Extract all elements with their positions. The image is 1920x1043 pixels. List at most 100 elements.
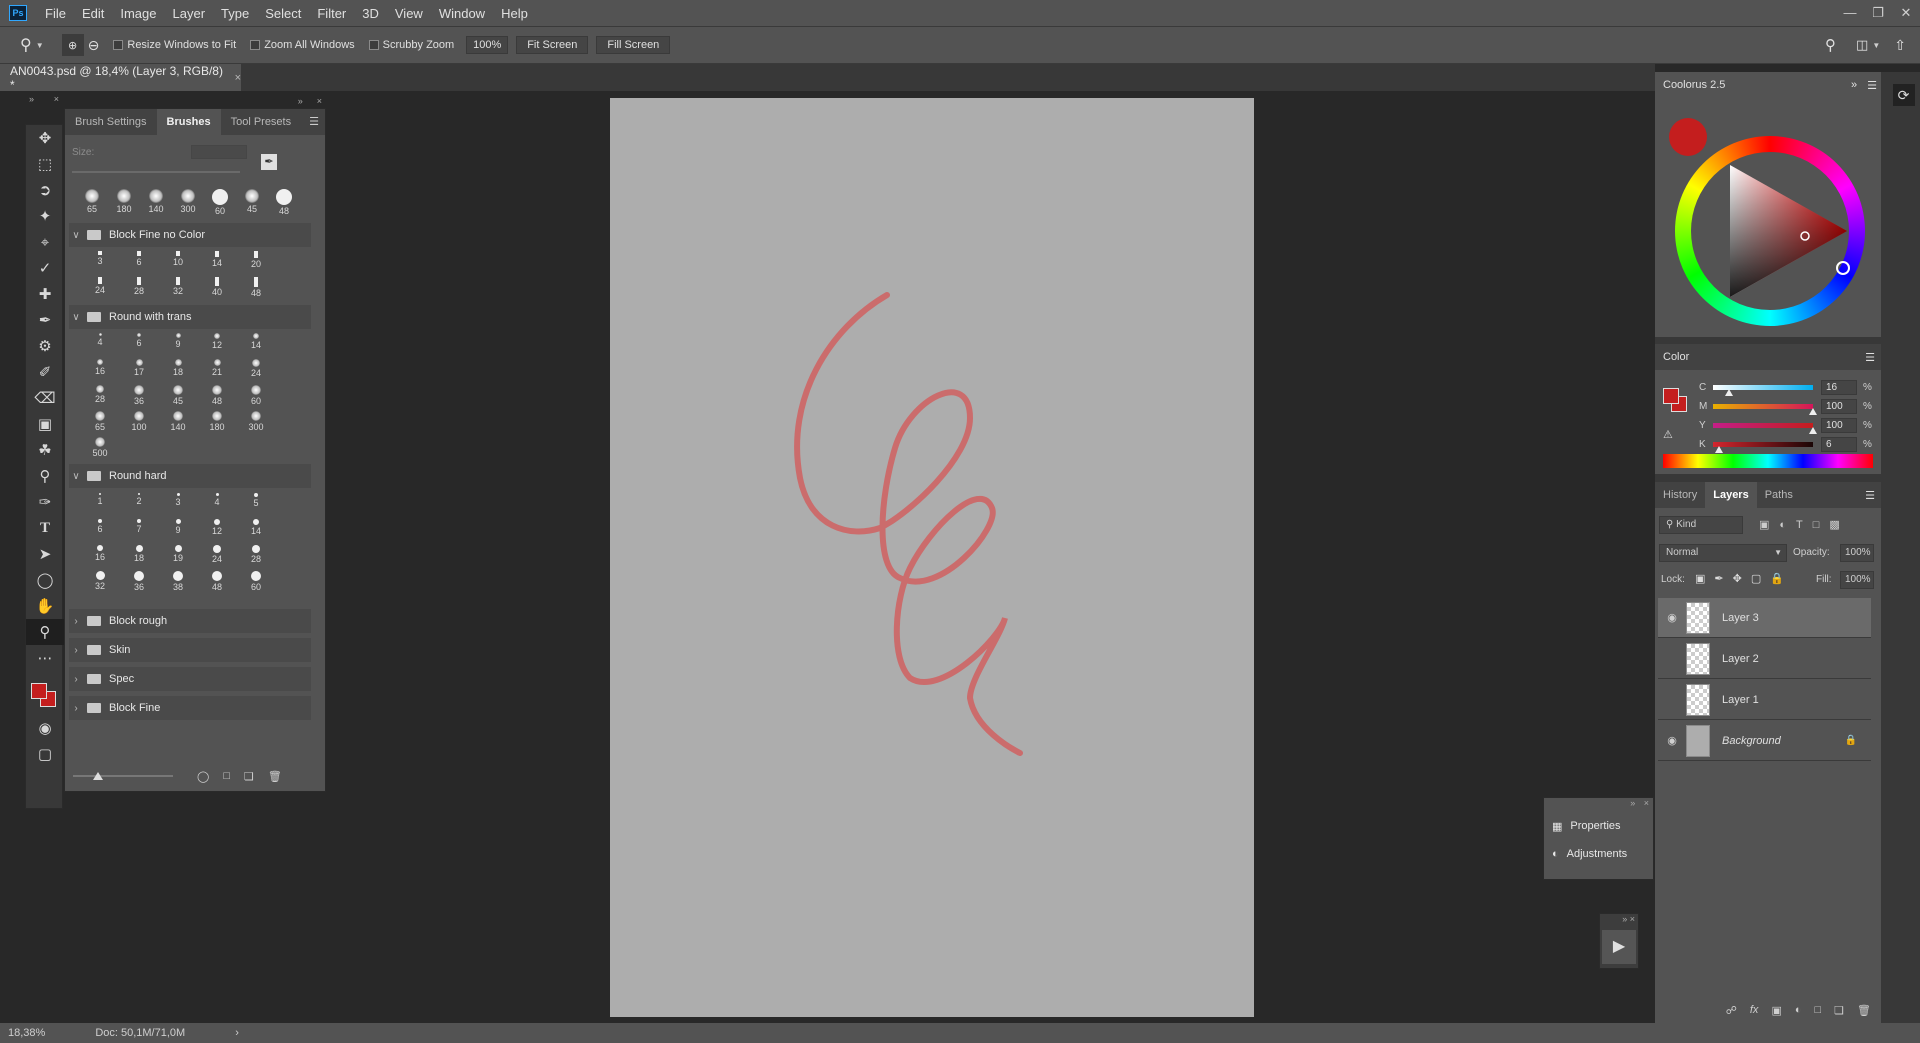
brush-item[interactable]: 28 — [241, 545, 271, 564]
channel-slider[interactable] — [1713, 385, 1813, 396]
brush-item[interactable]: 17 — [124, 359, 154, 377]
menu-filter[interactable]: Filter — [309, 6, 354, 21]
new-brush-icon[interactable]: ❏ — [244, 770, 254, 783]
menu-file[interactable]: File — [37, 6, 74, 21]
zoom-percent-field[interactable]: 100% — [466, 36, 509, 54]
more-icon[interactable]: ⋯ — [26, 645, 64, 671]
panel-menu-icon[interactable]: ☰ — [1865, 489, 1875, 502]
move-icon[interactable]: ✥ — [26, 125, 64, 151]
tab-brush-settings[interactable]: Brush Settings — [65, 109, 157, 135]
brush-item[interactable]: 48 — [241, 277, 271, 298]
slider-handle[interactable] — [1715, 446, 1723, 453]
zoom-level[interactable]: 18,38% — [8, 1027, 45, 1039]
slider-handle[interactable] — [1809, 427, 1817, 434]
brush-item[interactable]: 4 — [85, 333, 115, 347]
current-color-swatch[interactable] — [1669, 118, 1707, 156]
scrubby-zoom-checkbox[interactable]: Scrubby Zoom — [368, 39, 454, 51]
ellipse-icon[interactable]: ◯ — [26, 567, 64, 593]
brush-item[interactable]: 28 — [124, 277, 154, 296]
layer-row-layer-2[interactable]: Layer 2 — [1658, 639, 1871, 679]
menu-type[interactable]: Type — [213, 6, 257, 21]
layer-row-layer-1[interactable]: Layer 1 — [1658, 680, 1871, 720]
brush-item[interactable]: 10 — [163, 251, 193, 267]
tab-layers[interactable]: Layers — [1705, 482, 1757, 508]
brush-item[interactable]: 24 — [85, 277, 115, 295]
brush-item[interactable]: 6 — [124, 251, 154, 267]
brush-item[interactable]: 18 — [163, 359, 193, 377]
channel-value-field[interactable]: 100 — [1821, 399, 1857, 414]
layer-row-background[interactable]: ◉ Background 🔒 — [1658, 721, 1871, 761]
collapse-icon[interactable]: » — [1622, 914, 1627, 924]
brush-preset[interactable]: 180 — [109, 189, 139, 214]
brush-item[interactable]: 18 — [124, 545, 154, 563]
brush-preset[interactable]: 45 — [237, 189, 267, 214]
screen-mode-icon[interactable]: ▢ — [26, 741, 64, 767]
chevron-down-icon[interactable]: ▼ — [1872, 41, 1880, 50]
document-canvas[interactable] — [610, 98, 1254, 1017]
brush-group-round-hard[interactable]: ∨ Round hard — [69, 464, 311, 488]
menu-select[interactable]: Select — [257, 6, 309, 21]
color-spectrum-bar[interactable] — [1663, 454, 1873, 468]
menu-help[interactable]: Help — [493, 6, 536, 21]
brush-item[interactable]: 12 — [202, 333, 232, 350]
brush-preset[interactable]: 300 — [173, 189, 203, 214]
brush-item[interactable]: 60 — [241, 385, 271, 406]
smudge-icon[interactable]: ☘ — [26, 437, 64, 463]
brush-item[interactable]: 140 — [163, 411, 193, 432]
history-brush-icon[interactable]: ✐ — [26, 359, 64, 385]
eyedropper-icon[interactable]: ✓ — [26, 255, 64, 281]
tab-brushes[interactable]: Brushes — [156, 109, 221, 135]
brush-preset[interactable]: 48 — [269, 189, 299, 216]
close-icon[interactable]: ✕ — [1892, 5, 1920, 21]
link-layers-icon[interactable]: ☍ — [1726, 1004, 1737, 1017]
new-layer-icon[interactable]: ❏ — [1834, 1004, 1844, 1017]
channel-value-field[interactable]: 16 — [1821, 380, 1857, 395]
channel-value-field[interactable]: 100 — [1821, 418, 1857, 433]
marquee-icon[interactable]: ⬚ — [26, 151, 64, 177]
tab-paths[interactable]: Paths — [1757, 482, 1801, 508]
color-triangle[interactable] — [1675, 136, 1865, 326]
brush-item[interactable]: 14 — [241, 519, 271, 536]
brush-item[interactable]: 36 — [124, 571, 154, 592]
fill-screen-button[interactable]: Fill Screen — [596, 36, 671, 54]
brush-item[interactable]: 9 — [163, 333, 193, 349]
search-icon[interactable]: ⚲ — [1825, 36, 1836, 54]
brush-group-spec[interactable]: › Spec — [69, 667, 311, 691]
collapse-icon[interactable]: » — [29, 94, 34, 104]
brush-item[interactable]: 12 — [202, 519, 232, 536]
brush-preset[interactable]: 140 — [141, 189, 171, 214]
brush-item[interactable]: 19 — [163, 545, 193, 563]
slider-handle[interactable] — [1725, 389, 1733, 396]
brush-group-block-fine[interactable]: › Block Fine — [69, 696, 311, 720]
path-select-icon[interactable]: ➤ — [26, 541, 64, 567]
eye-icon[interactable]: ◉ — [1662, 734, 1682, 747]
zoom-tool-icon[interactable]: ⚲ — [20, 35, 32, 55]
brush-item[interactable]: 60 — [241, 571, 271, 592]
brush-item[interactable]: 24 — [202, 545, 232, 564]
color-swatches[interactable] — [26, 671, 62, 715]
brush-item[interactable]: 16 — [85, 545, 115, 562]
foreground-color-swatch[interactable] — [1663, 388, 1679, 404]
new-group-icon[interactable]: □ — [223, 770, 230, 782]
brush-item[interactable]: 9 — [163, 519, 193, 535]
brush-item[interactable]: 45 — [163, 385, 193, 406]
type-icon[interactable]: T — [26, 515, 64, 541]
brush-icon[interactable]: ✒ — [26, 307, 64, 333]
hand-icon[interactable]: ✋ — [26, 593, 64, 619]
close-icon[interactable]: × — [54, 94, 59, 104]
brush-item[interactable]: 180 — [202, 411, 232, 432]
brush-item[interactable]: 40 — [202, 277, 232, 297]
lock-icons[interactable]: ▣✒✥▢🔒 — [1695, 572, 1793, 585]
workspace-icon[interactable]: ◫ — [1856, 37, 1868, 53]
zoom-in-icon[interactable]: ⊕ — [61, 34, 84, 56]
zoom-icon[interactable]: ⚲ — [26, 619, 64, 645]
opacity-field[interactable]: 100% — [1840, 544, 1874, 562]
close-icon[interactable]: × — [1644, 798, 1649, 808]
stamp-icon[interactable]: ⚙ — [26, 333, 64, 359]
close-icon[interactable]: × — [1630, 914, 1635, 924]
eye-icon[interactable]: ◉ — [1662, 611, 1682, 624]
new-group-icon[interactable]: □ — [1815, 1004, 1822, 1016]
add-mask-icon[interactable]: ▣ — [1771, 1004, 1781, 1017]
kind-filter[interactable]: ⚲ Kind — [1659, 516, 1743, 534]
brush-item[interactable]: 65 — [85, 411, 115, 432]
